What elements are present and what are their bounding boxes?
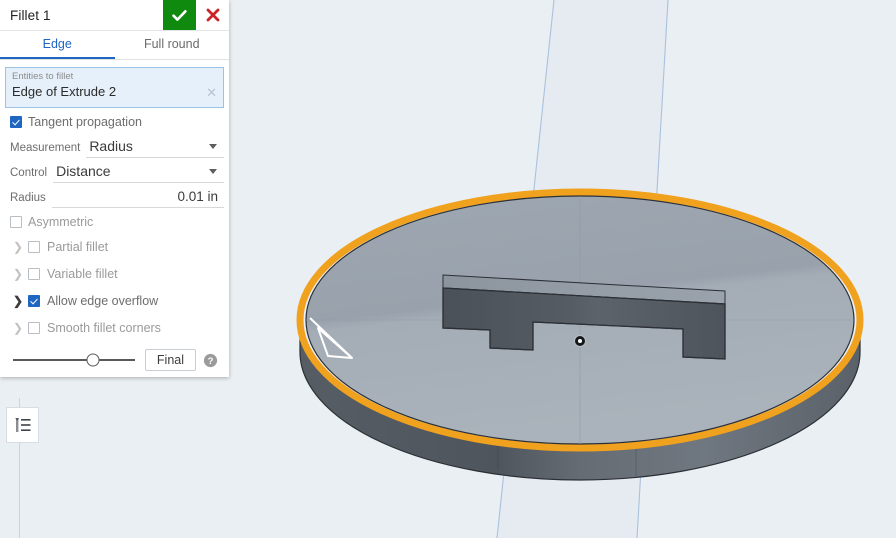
partial-fillet-label: Partial fillet [47,239,109,254]
tangent-propagation-label: Tangent propagation [28,114,142,129]
measurement-value: Radius [89,138,133,154]
control-value: Distance [56,163,111,179]
radius-row: Radius 0.01 in [5,183,224,208]
fillet-dialog: Fillet 1 Edge Full round Entities to fil… [0,0,229,377]
tangent-propagation-row[interactable]: Tangent propagation [5,110,224,133]
tab-full-round[interactable]: Full round [115,31,230,59]
slider-knob[interactable] [86,353,100,367]
allow-edge-overflow-checkbox[interactable] [28,294,40,307]
smooth-fillet-corners-row[interactable]: ❯ Smooth fillet corners [5,314,224,341]
asymmetric-row[interactable]: Asymmetric [5,210,224,233]
chevron-right-icon[interactable]: ❯ [10,240,26,254]
control-row: Control Distance [5,158,224,183]
measurement-select[interactable]: Radius [86,135,224,158]
help-button[interactable]: ? [203,353,218,368]
measurement-label: Measurement [10,142,81,154]
entities-label: Entities to fillet [12,71,74,82]
entities-to-fillet-field[interactable]: Entities to fillet Edge of Extrude 2 ✕ [5,67,224,108]
help-icon: ? [203,353,218,367]
dialog-body: Entities to fillet Edge of Extrude 2 ✕ T… [0,60,229,377]
onshape-window: Fillet 1 Edge Full round Entities to fil… [0,0,896,538]
clear-icon[interactable]: ✕ [206,86,217,99]
control-select[interactable]: Distance [53,160,224,183]
checkmark-icon [172,9,187,21]
dialog-footer: Final ? [5,343,224,377]
asymmetric-checkbox[interactable] [10,215,22,228]
accept-button[interactable] [163,0,196,30]
control-label: Control [10,167,48,179]
slider-track [13,359,135,361]
final-button[interactable]: Final [144,349,196,371]
smooth-fillet-corners-checkbox[interactable] [28,321,40,334]
chevron-down-icon [209,168,217,174]
entities-value: Edge of Extrude 2 [12,84,117,99]
allow-edge-overflow-label: Allow edge overflow [47,293,159,308]
partial-fillet-checkbox[interactable] [28,240,40,253]
dialog-header: Fillet 1 [0,0,229,31]
asymmetric-label: Asymmetric [28,214,94,229]
chevron-down-icon [209,143,217,149]
chevron-right-icon[interactable]: ❯ [10,294,26,308]
variable-fillet-checkbox[interactable] [28,267,40,280]
chevron-right-icon[interactable]: ❯ [10,267,26,281]
dialog-tabs: Edge Full round [0,31,229,60]
feature-tree-icon [14,418,30,432]
radius-input[interactable]: 0.01 in [51,185,224,208]
chevron-right-icon[interactable]: ❯ [10,321,26,335]
close-icon [206,8,219,22]
tangent-propagation-checkbox[interactable] [10,115,22,128]
variable-fillet-label: Variable fillet [47,266,118,281]
variable-fillet-row[interactable]: ❯ Variable fillet [5,260,224,287]
svg-text:?: ? [208,356,214,367]
partial-fillet-row[interactable]: ❯ Partial fillet [5,233,224,260]
tab-edge[interactable]: Edge [0,31,115,59]
radius-value: 0.01 in [177,188,218,204]
dialog-title: Fillet 1 [10,7,51,23]
cancel-button[interactable] [196,0,229,30]
preview-slider[interactable] [13,351,135,369]
allow-edge-overflow-row[interactable]: ❯ Allow edge overflow [5,287,224,314]
smooth-fillet-corners-label: Smooth fillet corners [47,320,161,335]
measurement-row: Measurement Radius [5,133,224,158]
radius-label: Radius [10,192,46,204]
feature-tree-toggle-button[interactable] [6,407,39,443]
origin-point[interactable] [574,335,586,347]
